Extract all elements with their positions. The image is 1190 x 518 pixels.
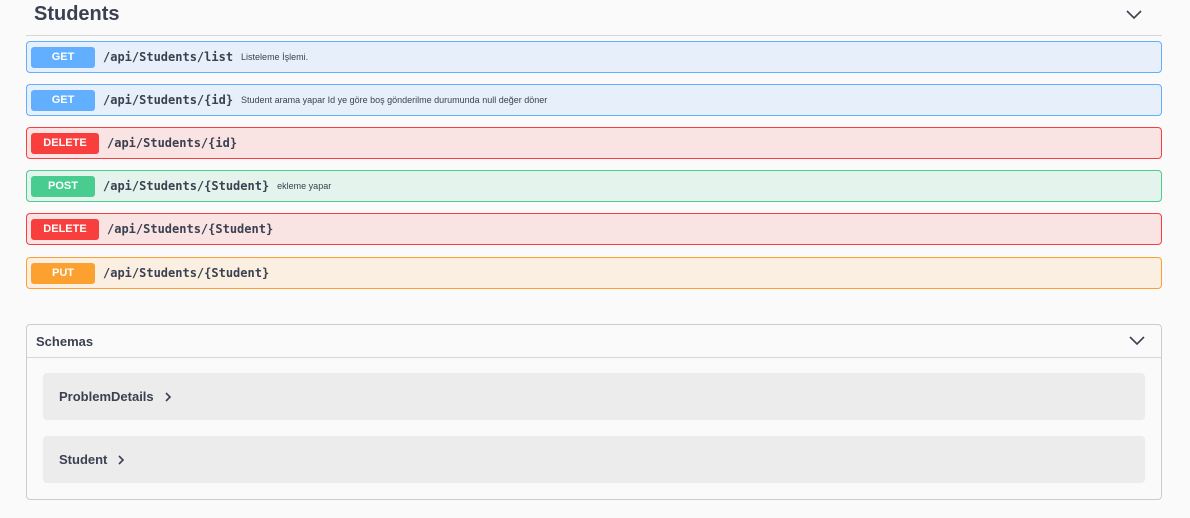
endpoint-path: /api/Students/{id} [103, 93, 234, 107]
chevron-down-icon[interactable] [1126, 9, 1142, 20]
model-student[interactable]: Student [43, 436, 1145, 483]
method-badge: GET [31, 89, 95, 111]
method-badge: POST [31, 175, 95, 197]
opblock-get-students-list[interactable]: GET /api/Students/list Listeleme İşlemi. [26, 41, 1162, 73]
endpoint-summary: ekleme yapar [277, 181, 332, 191]
endpoint-path: /api/Students/list [103, 50, 234, 64]
endpoint-path: /api/Students/{Student} [107, 222, 274, 236]
schemas-section: Schemas ProblemDetails Student [26, 324, 1162, 500]
endpoint-path: /api/Students/{id} [107, 136, 238, 150]
model-problemdetails[interactable]: ProblemDetails [43, 373, 1145, 420]
endpoint-summary: Student arama yapar Id ye göre boş gönde… [241, 95, 548, 105]
schemas-title: Schemas [36, 333, 94, 349]
chevron-down-icon[interactable] [1129, 336, 1145, 346]
method-badge: GET [31, 46, 95, 68]
opblock-put-students-student[interactable]: PUT /api/Students/{Student} [26, 257, 1162, 289]
method-badge: DELETE [31, 132, 99, 154]
endpoint-path: /api/Students/{Student} [103, 179, 270, 193]
endpoint-summary: Listeleme İşlemi. [241, 52, 309, 62]
opblock-delete-students-student[interactable]: DELETE /api/Students/{Student} [26, 213, 1162, 245]
chevron-right-icon[interactable] [164, 391, 172, 402]
tag-title: Students [34, 3, 120, 25]
model-name: ProblemDetails [59, 389, 154, 404]
method-badge: DELETE [31, 218, 99, 240]
opblock-post-students-student[interactable]: POST /api/Students/{Student} ekleme yapa… [26, 170, 1162, 202]
opblock-delete-students-id[interactable]: DELETE /api/Students/{id} [26, 127, 1162, 159]
tag-header-students[interactable]: Students [26, 0, 1162, 36]
chevron-right-icon[interactable] [117, 454, 125, 465]
opblock-get-students-id[interactable]: GET /api/Students/{id} Student arama yap… [26, 84, 1162, 116]
model-name: Student [59, 452, 108, 467]
method-badge: PUT [31, 262, 95, 284]
endpoint-path: /api/Students/{Student} [103, 266, 270, 280]
schemas-header[interactable]: Schemas [27, 325, 1161, 358]
